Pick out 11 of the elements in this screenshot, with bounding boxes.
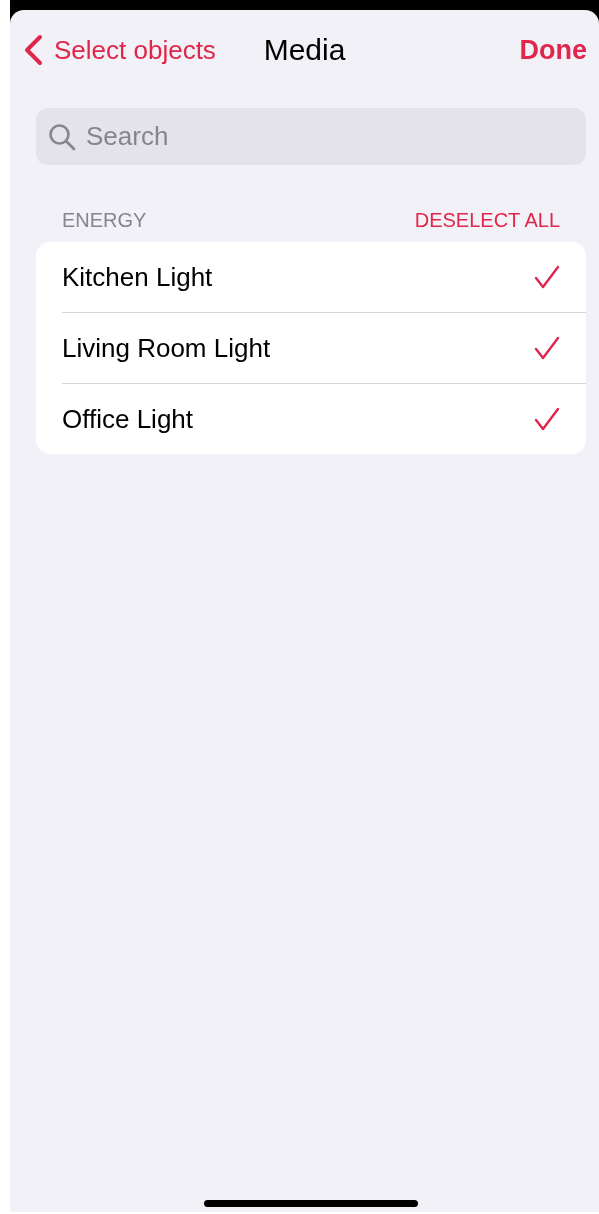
list-row[interactable]: Office Light [62,383,586,454]
section-header: ENERGY [62,209,147,232]
search-icon [48,123,76,151]
done-button[interactable]: Done [519,34,587,66]
screen-title: Media [263,33,346,66]
back-button[interactable]: Select objects [22,34,216,66]
search-field[interactable]: Search [36,108,586,165]
deselect-all-button[interactable]: DESELECT ALL [414,209,560,232]
list-row[interactable]: Living Room Light [62,312,586,383]
list-row[interactable]: Kitchen Light [62,242,586,312]
chevron-left-icon [22,34,44,66]
